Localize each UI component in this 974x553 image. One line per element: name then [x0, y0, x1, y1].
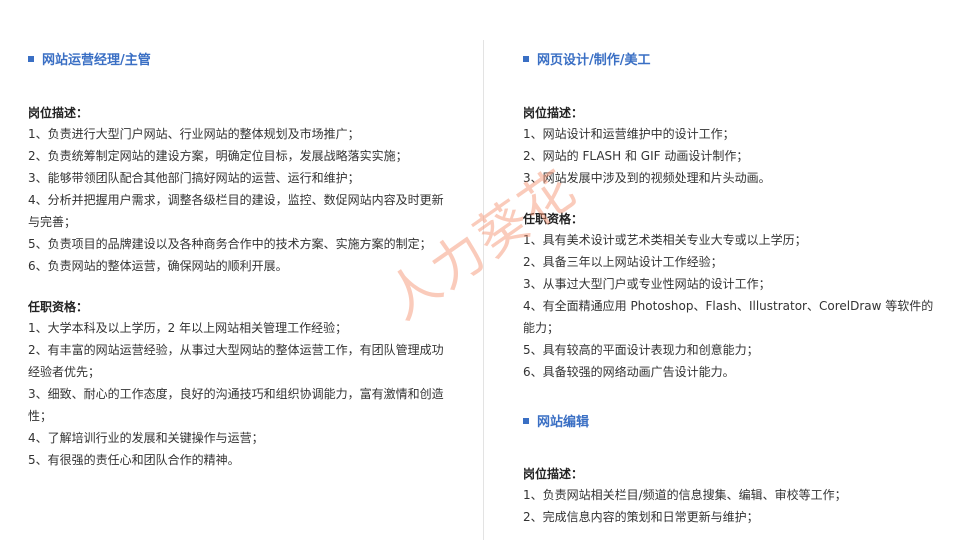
list-item: 2、完成信息内容的策划和日常更新与维护；	[523, 510, 759, 524]
job-title-web-designer: 网页设计/制作/美工	[523, 53, 651, 69]
list-item: 1、大学本科及以上学历，2 年以上网站相关管理工作经验；	[28, 321, 348, 335]
requirements-list: 1、大学本科及以上学历，2 年以上网站相关管理工作经验； 2、有丰富的网站运营经…	[28, 317, 448, 471]
list-item: 3、网站发展中涉及到的视频处理和片头动画。	[523, 171, 771, 185]
list-item: 3、从事过大型门户或专业性网站的设计工作；	[523, 277, 771, 291]
section-heading-description: 岗位描述：	[523, 106, 584, 120]
job-title-web-editor: 网站编辑	[523, 415, 589, 431]
list-item: 3、能够带领团队配合其他部门搞好网站的运营、运行和维护；	[28, 171, 360, 185]
list-item: 2、负责统筹制定网站的建设方案，明确定位目标，发展战略落实实施；	[28, 149, 408, 163]
list-item: 4、分析并把握用户需求，调整各级栏目的建设，监控、数促网站内容及时更新与完善；	[28, 193, 444, 229]
list-item: 2、有丰富的网站运营经验，从事过大型网站的整体运营工作，有团队管理成功经验者优先…	[28, 343, 444, 379]
bullet-square-icon	[523, 418, 529, 424]
list-item: 1、负责进行大型门户网站、行业网站的整体规划及市场推广；	[28, 127, 360, 141]
list-item: 6、具备较强的网络动画广告设计能力。	[523, 365, 735, 379]
list-item: 4、有全面精通应用 Photoshop、Flash、Illustrator、Co…	[523, 299, 934, 335]
section-heading-description: 岗位描述：	[28, 106, 89, 120]
list-item: 4、了解培训行业的发展和关键操作与运营；	[28, 431, 264, 445]
bullet-square-icon	[523, 56, 529, 62]
list-item: 5、具有较高的平面设计表现力和创意能力；	[523, 343, 759, 357]
list-item: 2、具备三年以上网站设计工作经验；	[523, 255, 723, 269]
bullet-square-icon	[28, 56, 34, 62]
requirements-list: 1、具有美术设计或艺术类相关专业大专或以上学历； 2、具备三年以上网站设计工作经…	[523, 229, 941, 383]
description-list: 1、负责网站相关栏目/频道的信息搜集、编辑、审校等工作； 2、完成信息内容的策划…	[523, 484, 941, 528]
list-item: 1、具有美术设计或艺术类相关专业大专或以上学历；	[523, 233, 807, 247]
description-list: 1、网站设计和运营维护中的设计工作； 2、网站的 FLASH 和 GIF 动画设…	[523, 123, 941, 189]
job-title-ops-manager: 网站运营经理/主管	[28, 53, 151, 69]
description-list: 1、负责进行大型门户网站、行业网站的整体规划及市场推广； 2、负责统筹制定网站的…	[28, 123, 446, 277]
list-item: 5、负责项目的品牌建设以及各种商务合作中的技术方案、实施方案的制定；	[28, 237, 432, 251]
section-heading-description: 岗位描述：	[523, 467, 584, 481]
list-item: 5、有很强的责任心和团队合作的精神。	[28, 453, 240, 467]
column-divider	[483, 40, 484, 540]
list-item: 1、网站设计和运营维护中的设计工作；	[523, 127, 735, 141]
list-item: 3、细致、耐心的工作态度，良好的沟通技巧和组织协调能力，富有激情和创造性；	[28, 387, 444, 423]
section-heading-requirements: 任职资格：	[28, 300, 89, 314]
list-item: 2、网站的 FLASH 和 GIF 动画设计制作；	[523, 149, 749, 163]
list-item: 1、负责网站相关栏目/频道的信息搜集、编辑、审校等工作；	[523, 488, 847, 502]
